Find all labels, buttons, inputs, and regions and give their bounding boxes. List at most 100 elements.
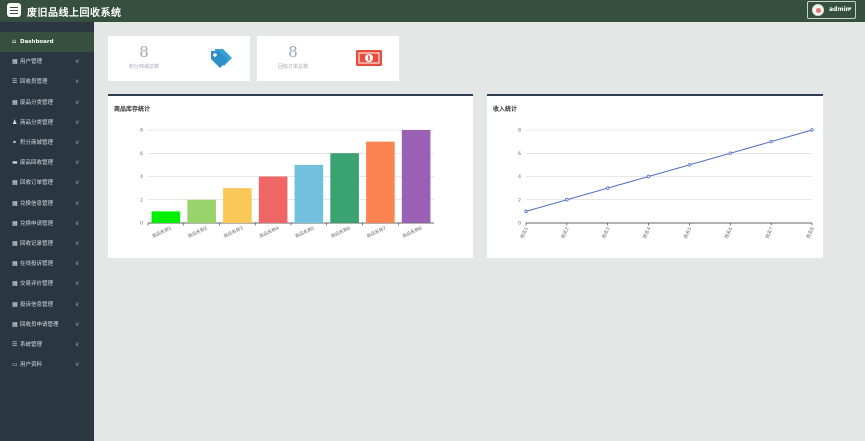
y-tick-label: 6 xyxy=(518,151,521,157)
grid-icon: ▦ xyxy=(12,260,18,268)
sidebar-item-label: 回收员管理 xyxy=(20,79,48,86)
sidebar-item[interactable]: ▭ 用户资料 ∨ xyxy=(0,355,94,375)
chevron-down-icon: ∨ xyxy=(75,179,80,187)
stat-value: 8 xyxy=(139,43,149,61)
sidebar-item[interactable]: ▦ 回收记录管理 ∨ xyxy=(0,234,94,254)
chevron-down-icon: ∨ xyxy=(75,219,80,227)
grid-icon: ▦ xyxy=(12,179,18,187)
sidebar-item-label: 废品分类管理 xyxy=(20,99,54,106)
y-tick-label: 4 xyxy=(518,174,521,180)
chevron-down-icon: ∨ xyxy=(75,199,80,207)
bar xyxy=(223,188,252,223)
grid-icon: ▦ xyxy=(12,199,18,207)
bar xyxy=(366,141,395,223)
sidebar-item[interactable]: ▦ 回收订单管理 ∨ xyxy=(0,173,94,193)
bar xyxy=(151,211,181,223)
sidebar-item[interactable]: ☰ 系统管理 ∨ xyxy=(0,335,94,355)
chevron-down-icon: ∨ xyxy=(75,78,80,86)
x-tick-label: 商品名称5 xyxy=(294,224,316,239)
link-icon: ⚭ xyxy=(12,139,18,146)
data-point xyxy=(687,163,692,167)
y-tick-label: 8 xyxy=(518,128,521,134)
user-icon: ♟ xyxy=(12,118,18,126)
data-point xyxy=(769,139,773,144)
list-icon: ☰ xyxy=(12,78,18,86)
sidebar-item[interactable]: ▦ 在线投诉管理 ∨ xyxy=(0,254,94,274)
grid-icon: ▦ xyxy=(12,219,18,227)
chevron-down-icon: ∨ xyxy=(75,240,80,247)
x-tick-label: 商品名称4 xyxy=(258,224,280,239)
sidebar-item[interactable]: ▦ 交易评价管理 ∨ xyxy=(0,274,94,294)
sidebar-item-label: 投诉信息管理 xyxy=(20,301,54,308)
sidebar-item-label: 废品回收管理 xyxy=(20,160,54,167)
stat-card-mall: 8 积分商城总数 xyxy=(108,36,250,81)
x-tick-label: 商品名称2 xyxy=(187,224,209,239)
sidebar-item[interactable]: ▬ 废品回收管理 ∨ xyxy=(0,153,94,173)
sidebar-item[interactable]: ▦ 用户管理 ∨ xyxy=(0,52,94,72)
y-tick-label: 2 xyxy=(518,197,521,203)
app-title: 废旧品线上回收系统 xyxy=(27,8,122,19)
sidebar-item-label: 交易评价管理 xyxy=(20,281,54,288)
chevron-down-icon: ∨ xyxy=(75,300,80,308)
chevron-down-icon: ∨ xyxy=(75,341,80,348)
data-point xyxy=(524,209,528,214)
sidebar-item-label: 兑换信息管理 xyxy=(20,200,54,207)
sidebar-item[interactable]: ⚭ 积分商城管理 ∨ xyxy=(0,133,94,153)
sidebar-item-label: 回收订单管理 xyxy=(20,180,54,187)
sidebar-item[interactable]: ☰ 回收员管理 ∨ xyxy=(0,72,94,92)
x-tick-label: 姓名4 xyxy=(641,226,652,240)
home-icon: ⌂ xyxy=(12,38,17,45)
chevron-down-icon: ∨ xyxy=(75,139,80,146)
user-menu-button[interactable]: admin ▾ xyxy=(807,1,856,19)
sidebar-item-label: 系统管理 xyxy=(20,342,43,348)
stat-label: 回收订单总数 xyxy=(277,64,308,70)
grid-icon: ▦ xyxy=(12,300,18,308)
chevron-down-icon: ∨ xyxy=(75,260,80,268)
sidebar-item-label: 回收记录管理 xyxy=(20,241,54,247)
stat-label: 积分商城总数 xyxy=(128,64,159,70)
sidebar-item[interactable]: ▦ 投诉信息管理 ∨ xyxy=(0,295,94,315)
grid-icon: ▦ xyxy=(12,98,18,106)
y-tick-label: 6 xyxy=(140,151,143,157)
x-tick-label: 商品名称3 xyxy=(222,224,244,239)
data-point xyxy=(810,128,814,132)
chevron-down-icon: ∨ xyxy=(75,118,80,126)
sidebar-item[interactable]: ♟ 商品分类管理 ∨ xyxy=(0,113,94,133)
y-tick-label: 8 xyxy=(140,128,143,134)
y-tick-label: 0 xyxy=(518,221,521,227)
top-bar: 废旧品线上回收系统 admin ▾ xyxy=(0,0,865,22)
money-icon xyxy=(356,50,382,66)
sidebar-item[interactable]: ▦ 兑换申请管理 ∨ xyxy=(0,214,94,234)
sidebar-item-label: 用户资料 xyxy=(20,362,43,369)
bar xyxy=(187,199,216,223)
grid-icon: ▦ xyxy=(12,280,18,288)
x-tick-label: 姓名1 xyxy=(518,226,529,240)
card-icon: ▭ xyxy=(12,361,18,369)
x-tick-label: 姓名7 xyxy=(764,226,775,240)
x-tick-label: 姓名6 xyxy=(723,226,734,240)
hamburger-icon-line xyxy=(10,9,18,11)
sidebar-item[interactable]: ⌂ Dashboard xyxy=(0,32,94,52)
data-point xyxy=(646,174,651,179)
chevron-down-icon: ∨ xyxy=(75,320,80,328)
sidebar-item-label: 回收员申请管理 xyxy=(20,321,59,328)
sidebar-item-label: 用户管理 xyxy=(20,59,43,66)
x-tick-label: 商品名称1 xyxy=(151,224,173,239)
grid-icon: ▦ xyxy=(12,320,18,328)
hamburger-icon-line xyxy=(10,12,18,14)
tag-icon xyxy=(211,49,232,68)
menu-toggle-button[interactable] xyxy=(7,3,21,17)
grid-icon: ▦ xyxy=(12,58,18,66)
sidebar-item-label: 商品分类管理 xyxy=(20,119,54,126)
bar xyxy=(294,164,324,223)
x-tick-label: 姓名2 xyxy=(559,226,570,240)
stat-card-orders: 8 回收订单总数 xyxy=(257,36,399,81)
sidebar-item[interactable]: ▦ 回收员申请管理 ∨ xyxy=(0,315,94,335)
sidebar-item[interactable]: ▦ 兑换信息管理 ∨ xyxy=(0,194,94,214)
avatar xyxy=(812,4,824,16)
sidebar-item[interactable]: ▦ 废品分类管理 ∨ xyxy=(0,93,94,113)
sidebar: ⌂ Dashboard ▦ 用户管理 ∨ ☰ 回收员管理 ∨ ▦ 废品分类管理 ∨ ♟ 商品分类管理 ∨ ⚭… xyxy=(0,22,94,441)
sidebar-item-label: 在线投诉管理 xyxy=(20,261,54,268)
income-chart-panel: 收入统计 0 2 4 6 8 姓名1 姓名2 姓名3 姓名4 姓名5 姓名6 姓名7 姓名8 xyxy=(487,94,823,258)
x-tick-label: 商品名称7 xyxy=(365,224,387,239)
